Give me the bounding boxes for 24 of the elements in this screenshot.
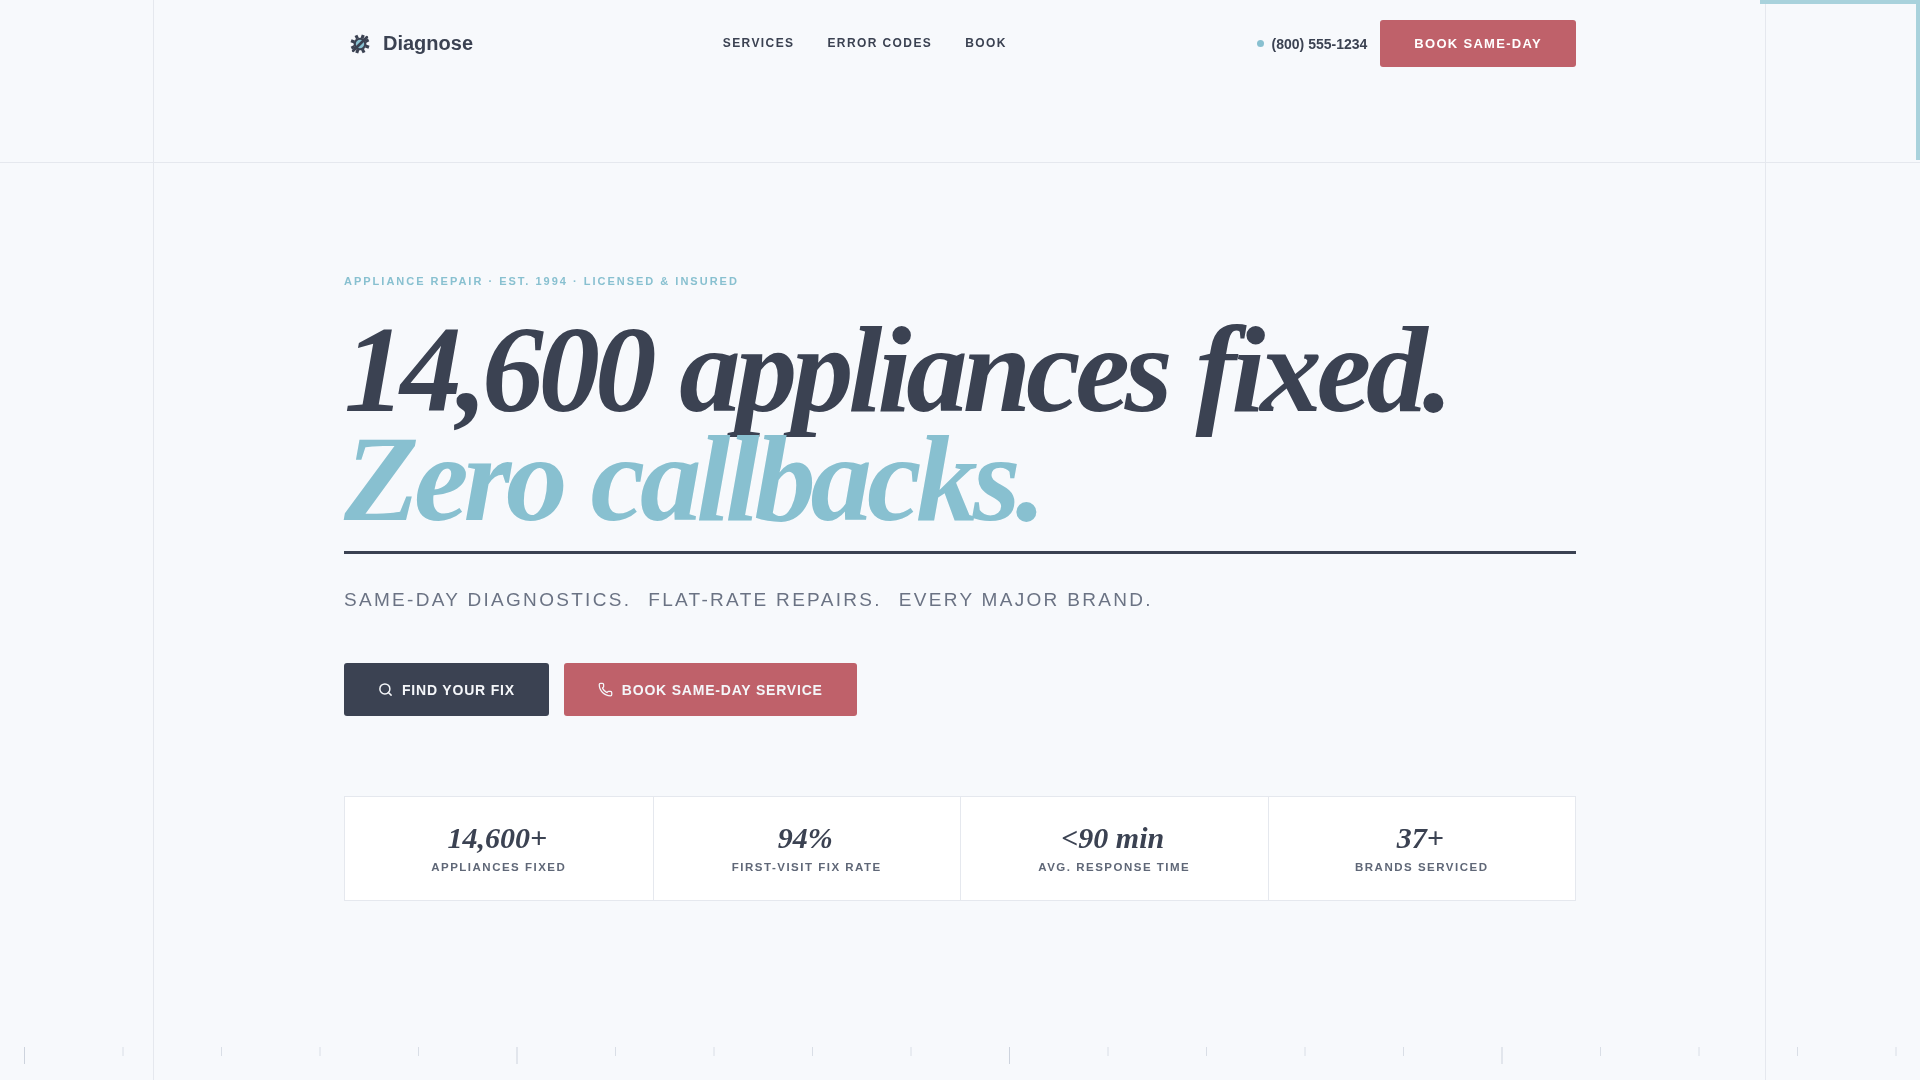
- book-button[interactable]: BOOK SAME-DAY: [1380, 20, 1576, 67]
- tagline-text: SAME-DAY DIAGNOSTICS.: [344, 589, 632, 611]
- search-icon: [378, 682, 393, 697]
- logo-link[interactable]: Diagnose: [350, 32, 474, 55]
- stat-label: BRANDS SERVICED: [1355, 860, 1489, 874]
- stat-value: 94%: [777, 820, 834, 856]
- nav-link[interactable]: ERROR CODES: [827, 35, 933, 50]
- phone-link[interactable]: (800) 555-1234: [1256, 35, 1368, 52]
- nav-link[interactable]: BOOK: [965, 35, 1007, 50]
- stat-label: FIRST-VISIT FIX RATE: [731, 860, 882, 874]
- phone-icon: [597, 682, 613, 697]
- dot-icon: [1256, 40, 1264, 47]
- find-fix-button[interactable]: FIND YOUR FIX: [344, 663, 549, 716]
- stat-label: APPLIANCES FIXED: [431, 860, 567, 874]
- stat-label: AVG. RESPONSE TIME: [1038, 860, 1191, 874]
- nav-link[interactable]: SERVICES: [722, 35, 795, 50]
- stat-value: 14,600+: [447, 820, 549, 856]
- tagline-text: FLAT-RATE REPAIRS.: [648, 589, 882, 611]
- tagline-text: EVERY MAJOR BRAND.: [898, 589, 1153, 611]
- eyebrow-text: APPLIANCE REPAIR · EST. 1994 · LICENSED & INSURED: [344, 275, 740, 288]
- stat-value: <90 min: [1061, 820, 1166, 856]
- stat-value: 37+: [1396, 820, 1445, 856]
- book-service-button[interactable]: BOOK SAME-DAY SERVICE: [563, 663, 857, 716]
- gear-wrench-icon: [350, 33, 370, 54]
